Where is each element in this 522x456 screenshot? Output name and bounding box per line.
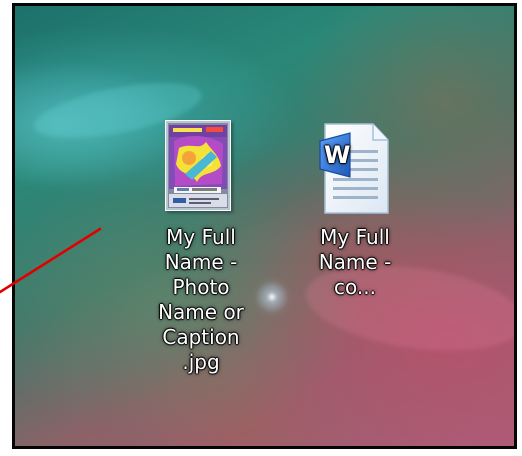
desktop-background: My Full Name - Photo Name or Caption .jp… bbox=[12, 3, 517, 449]
desktop-file-photo[interactable]: My Full Name - Photo Name or Caption .jp… bbox=[143, 120, 259, 375]
image-thumbnail-art bbox=[166, 121, 230, 210]
file-label: My Full Name - co... bbox=[318, 225, 392, 299]
word-document-svg: W bbox=[319, 123, 389, 214]
word-badge-letter: W bbox=[324, 141, 350, 169]
word-document-icon[interactable]: W bbox=[297, 120, 413, 218]
image-thumbnail-icon[interactable] bbox=[143, 120, 259, 218]
star-glow bbox=[256, 281, 288, 313]
word-document-icon-graphic: W bbox=[315, 120, 390, 218]
image-thumbnail bbox=[165, 120, 231, 211]
file-label: My Full Name - Photo Name or Caption .jp… bbox=[158, 225, 244, 374]
desktop-file-word-document[interactable]: W My Full Name - co... bbox=[297, 120, 413, 300]
screenshot-stage: My Full Name - Photo Name or Caption .jp… bbox=[0, 0, 522, 456]
